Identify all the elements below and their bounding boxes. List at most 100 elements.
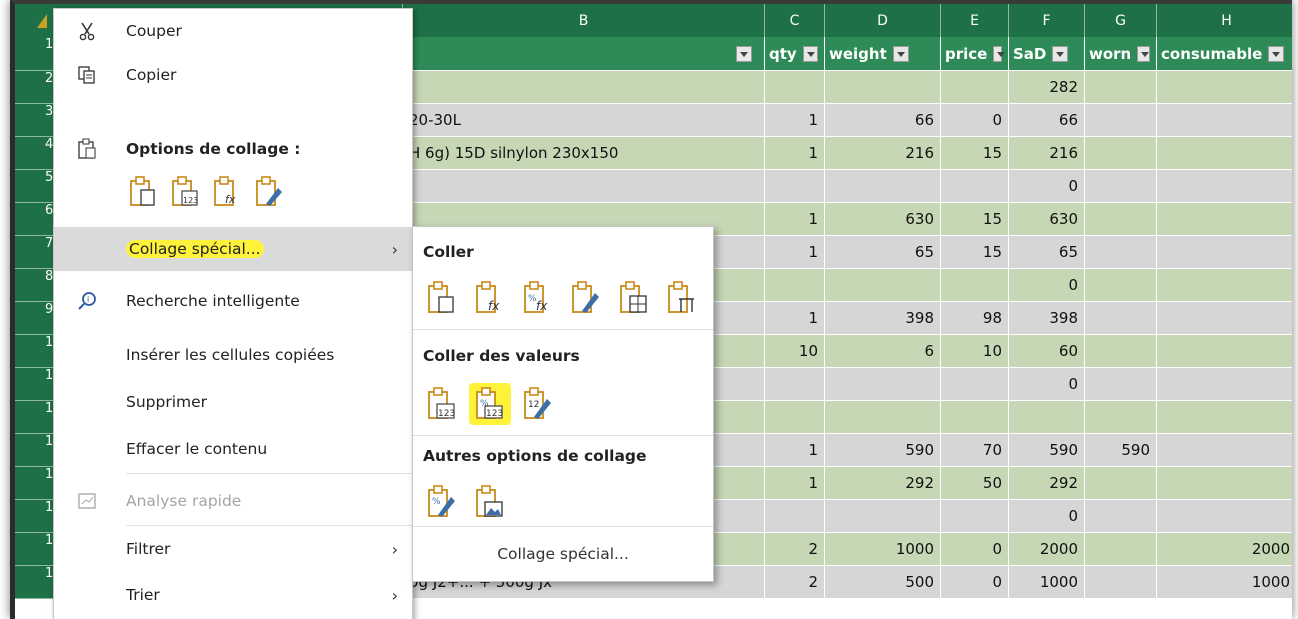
- table-cell[interactable]: [765, 269, 825, 302]
- filter-dropdown-icon[interactable]: [1268, 45, 1285, 62]
- table-cell[interactable]: 98: [941, 302, 1009, 335]
- paste-formulas-number-format-icon[interactable]: % fx: [517, 277, 559, 319]
- table-cell[interactable]: [1157, 137, 1292, 170]
- filter-dropdown-icon[interactable]: [993, 45, 1005, 62]
- submenu-item-paste-special[interactable]: Collage spécial...: [413, 526, 713, 581]
- table-cell[interactable]: [765, 401, 825, 434]
- column-header-d[interactable]: D: [825, 4, 941, 37]
- table-cell[interactable]: 65: [825, 236, 941, 269]
- table-cell[interactable]: [1085, 500, 1157, 533]
- row-header[interactable]: 9: [15, 302, 53, 335]
- filter-dropdown-icon[interactable]: [736, 45, 752, 62]
- table-cell[interactable]: [1085, 203, 1157, 236]
- table-cell[interactable]: 1: [765, 137, 825, 170]
- table-cell[interactable]: 66: [1009, 104, 1085, 137]
- table-cell[interactable]: [941, 269, 1009, 302]
- paste-icon[interactable]: [421, 277, 463, 319]
- table-cell[interactable]: [1085, 302, 1157, 335]
- table-cell[interactable]: 1000: [825, 533, 941, 566]
- column-header-b[interactable]: B: [403, 4, 765, 37]
- column-header-e[interactable]: E: [941, 4, 1009, 37]
- table-cell[interactable]: [765, 71, 825, 104]
- table-cell[interactable]: 1000: [1009, 566, 1085, 599]
- table-cell[interactable]: 6: [825, 335, 941, 368]
- table-cell[interactable]: 50: [941, 467, 1009, 500]
- table-cell[interactable]: [1157, 335, 1292, 368]
- row-header[interactable]: 1: [15, 368, 53, 401]
- table-header-cell[interactable]: worn: [1085, 37, 1157, 71]
- filter-dropdown-icon[interactable]: [802, 45, 818, 62]
- row-header[interactable]: 8: [15, 269, 53, 302]
- row-header[interactable]: 1: [15, 500, 53, 533]
- table-cell[interactable]: 216: [1009, 137, 1085, 170]
- table-cell[interactable]: 590: [1085, 434, 1157, 467]
- table-cell[interactable]: [1157, 368, 1292, 401]
- table-cell[interactable]: [825, 401, 941, 434]
- table-cell[interactable]: [403, 170, 765, 203]
- table-cell[interactable]: 15: [941, 203, 1009, 236]
- table-cell[interactable]: 0: [1009, 500, 1085, 533]
- table-cell[interactable]: [1085, 269, 1157, 302]
- row-header[interactable]: 1: [15, 566, 53, 599]
- table-cell[interactable]: [1085, 368, 1157, 401]
- table-cell[interactable]: [1085, 566, 1157, 599]
- table-cell[interactable]: [1157, 467, 1292, 500]
- table-cell[interactable]: 60: [1009, 335, 1085, 368]
- table-cell[interactable]: [825, 500, 941, 533]
- table-cell[interactable]: 1: [765, 203, 825, 236]
- table-cell[interactable]: [1085, 236, 1157, 269]
- paste-keep-formatting-icon[interactable]: [565, 277, 607, 319]
- table-cell[interactable]: [1085, 467, 1157, 500]
- row-header[interactable]: 1: [15, 467, 53, 500]
- table-cell[interactable]: [1157, 500, 1292, 533]
- table-cell[interactable]: 1: [765, 236, 825, 269]
- table-cell[interactable]: [1157, 71, 1292, 104]
- table-cell[interactable]: 65: [1009, 236, 1085, 269]
- table-cell[interactable]: 398: [825, 302, 941, 335]
- table-cell[interactable]: 630: [1009, 203, 1085, 236]
- table-header-cell[interactable]: qty: [765, 37, 825, 71]
- paste-formatting-icon[interactable]: [252, 174, 286, 210]
- table-cell[interactable]: [1085, 533, 1157, 566]
- table-cell[interactable]: 70: [941, 434, 1009, 467]
- table-cell[interactable]: [1157, 104, 1292, 137]
- table-cell[interactable]: 2000: [1157, 533, 1292, 566]
- table-cell[interactable]: 10: [765, 335, 825, 368]
- table-cell[interactable]: [941, 368, 1009, 401]
- table-cell[interactable]: 0: [941, 104, 1009, 137]
- paste-values-number-format-icon[interactable]: % 123: [469, 383, 511, 425]
- table-cell[interactable]: [1157, 236, 1292, 269]
- table-cell[interactable]: [1157, 170, 1292, 203]
- table-cell[interactable]: 2: [765, 566, 825, 599]
- table-cell[interactable]: 216: [825, 137, 941, 170]
- row-header[interactable]: 2: [15, 71, 53, 104]
- table-cell[interactable]: [765, 500, 825, 533]
- table-cell[interactable]: [1085, 71, 1157, 104]
- paste-no-borders-icon[interactable]: [613, 277, 655, 319]
- paste-keep-column-widths-icon[interactable]: [661, 277, 703, 319]
- table-cell[interactable]: 1: [765, 434, 825, 467]
- table-header-cell[interactable]: SaD: [1009, 37, 1085, 71]
- table-cell[interactable]: 1000: [1157, 566, 1292, 599]
- table-cell[interactable]: H 6g) 15D silnylon 230x150: [403, 137, 765, 170]
- row-header[interactable]: 1: [15, 335, 53, 368]
- table-cell[interactable]: [941, 500, 1009, 533]
- table-cell[interactable]: [1085, 104, 1157, 137]
- filter-dropdown-icon[interactable]: [1137, 45, 1150, 62]
- table-cell[interactable]: [1157, 203, 1292, 236]
- paste-formulas-icon[interactable]: fx: [210, 174, 244, 210]
- menu-item-cut[interactable]: Couper: [54, 9, 412, 53]
- table-cell[interactable]: 1: [765, 302, 825, 335]
- table-header-cell[interactable]: consumable: [1157, 37, 1292, 71]
- paste-values-icon[interactable]: 123: [421, 383, 463, 425]
- table-cell[interactable]: [941, 401, 1009, 434]
- table-cell[interactable]: 590: [825, 434, 941, 467]
- table-cell[interactable]: [1009, 401, 1085, 434]
- table-cell[interactable]: 398: [1009, 302, 1085, 335]
- row-header[interactable]: 1: [15, 37, 53, 71]
- table-cell[interactable]: 1: [765, 104, 825, 137]
- paste-formulas-icon[interactable]: fx: [469, 277, 511, 319]
- paste-values-source-formatting-icon[interactable]: 12: [517, 383, 559, 425]
- table-header-cell[interactable]: [403, 37, 765, 71]
- table-cell[interactable]: 590: [1009, 434, 1085, 467]
